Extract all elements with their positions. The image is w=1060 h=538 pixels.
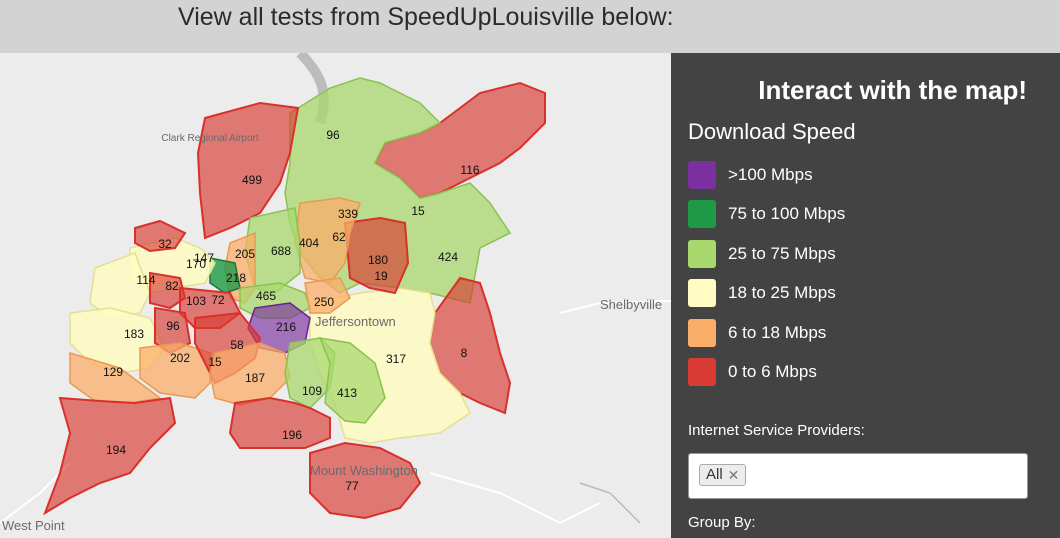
- region-label: 82: [165, 279, 179, 293]
- region-label: 424: [438, 250, 458, 264]
- region-label: 404: [299, 236, 319, 250]
- legend-swatch: [688, 161, 716, 189]
- isp-select[interactable]: All ✕: [688, 453, 1028, 499]
- region-label: 250: [314, 295, 334, 309]
- legend-item[interactable]: 18 to 25 Mbps: [688, 279, 836, 307]
- region-label: 317: [386, 352, 406, 366]
- region-label: 196: [282, 428, 302, 442]
- legend-item[interactable]: 25 to 75 Mbps: [688, 240, 836, 268]
- legend-item[interactable]: 6 to 18 Mbps: [688, 319, 826, 347]
- region-label: 688: [271, 244, 291, 258]
- remove-tag-icon[interactable]: ✕: [728, 465, 740, 485]
- region-label: 339: [338, 207, 358, 221]
- region-label: 116: [460, 163, 479, 177]
- legend-item[interactable]: 75 to 100 Mbps: [688, 200, 845, 228]
- region-label: 109: [302, 384, 322, 398]
- region-label: 15: [411, 204, 425, 218]
- page-title: View all tests from SpeedUpLouisville be…: [178, 3, 674, 31]
- legend-label: >100 Mbps: [728, 165, 813, 184]
- legend-label: 25 to 75 Mbps: [728, 244, 836, 263]
- legend-swatch: [688, 200, 716, 228]
- region-label: 15: [208, 355, 222, 369]
- region-label: 205: [235, 247, 255, 261]
- legend-title: Download Speed: [688, 119, 856, 144]
- control-panel: Interact with the map! Download Speed >1…: [671, 53, 1060, 538]
- region-label: 216: [276, 320, 296, 334]
- region-label: 77: [345, 479, 359, 493]
- region-label: 194: [106, 443, 126, 457]
- region-label: 129: [103, 365, 123, 379]
- region-label: 103: [186, 294, 206, 308]
- isp-label: Internet Service Providers:: [688, 422, 865, 439]
- legend-swatch: [688, 358, 716, 386]
- map-view[interactable]: Clark Regional Airport Shelbyville Jeffe…: [0, 53, 671, 538]
- legend-label: 0 to 6 Mbps: [728, 362, 817, 381]
- region-label: 19: [374, 269, 388, 283]
- region-label: 202: [170, 351, 190, 365]
- region-label: 499: [242, 173, 262, 187]
- group-by-label: Group By:: [688, 514, 756, 531]
- place-jeffersontown: Jeffersontown: [315, 314, 396, 329]
- place-airport: Clark Regional Airport: [161, 133, 258, 144]
- region-label: 183: [124, 327, 144, 341]
- road: [429, 472, 601, 525]
- region-label: 114: [136, 273, 155, 287]
- legend-item[interactable]: 0 to 6 Mbps: [688, 358, 817, 386]
- panel-title: Interact with the map!: [758, 75, 1027, 105]
- region-196[interactable]: [228, 396, 331, 449]
- region-label: 96: [166, 319, 180, 333]
- place-shelbyville: Shelbyville: [600, 297, 662, 312]
- legend-swatch: [688, 319, 716, 347]
- region-label: 8: [461, 346, 468, 360]
- legend-label: 6 to 18 Mbps: [728, 323, 827, 342]
- region-label: 187: [245, 371, 265, 385]
- legend-swatch: [688, 279, 716, 307]
- page-header: View all tests from SpeedUpLouisville be…: [0, 0, 1060, 53]
- region-label: 465: [256, 289, 276, 303]
- region-77[interactable]: [309, 441, 422, 520]
- region-label: 413: [337, 386, 357, 400]
- region-label: 96: [326, 128, 340, 142]
- region-label: 58: [230, 338, 244, 352]
- region-label: 170: [186, 257, 206, 271]
- place-mount-washington: Mount Washington: [310, 463, 418, 478]
- legend-label: 18 to 25 Mbps: [728, 283, 836, 302]
- region-label: 218: [226, 271, 246, 285]
- river: [579, 482, 641, 524]
- region-label: 62: [332, 230, 346, 244]
- legend-item[interactable]: >100 Mbps: [688, 161, 813, 189]
- place-west-point: West Point: [2, 518, 65, 533]
- region-label: 32: [158, 237, 172, 251]
- legend-swatch: [688, 240, 716, 268]
- region-label: 72: [211, 293, 225, 307]
- isp-tag-label: All: [706, 466, 723, 483]
- isp-tag: All ✕: [699, 464, 747, 486]
- region-label: 180: [368, 253, 388, 267]
- legend-label: 75 to 100 Mbps: [728, 204, 846, 223]
- map-canvas[interactable]: Clark Regional Airport Shelbyville Jeffe…: [0, 53, 671, 538]
